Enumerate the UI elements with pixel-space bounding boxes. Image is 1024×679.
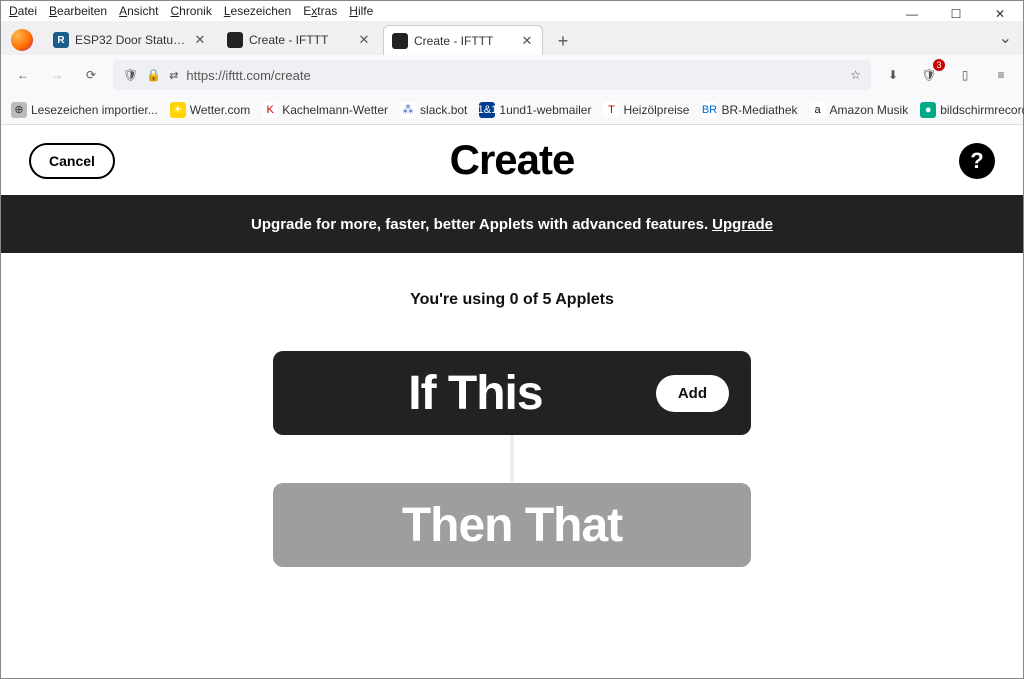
if-this-label: If This: [295, 366, 656, 421]
close-window-button[interactable]: ✕: [978, 0, 1022, 28]
page-content: Cancel Create ? Upgrade for more, faster…: [1, 125, 1023, 678]
browser-tab[interactable]: Create - IFTTT ✕: [383, 25, 543, 55]
extensions-icon[interactable]: ▯: [953, 63, 977, 87]
close-tab-button[interactable]: ✕: [357, 33, 371, 47]
bookmark-item[interactable]: a Amazon Musik: [810, 102, 909, 118]
menu-tools[interactable]: Extras: [303, 4, 337, 18]
tabs-overflow-icon[interactable]: ⌄: [999, 28, 1012, 48]
close-tab-button[interactable]: ✕: [193, 33, 207, 47]
browser-menubar: DDateiatei Bearbeiten Ansicht Chronik Le…: [1, 1, 1023, 21]
bookmark-favicon-icon: BR: [701, 102, 717, 118]
permissions-icon: ⇄: [169, 69, 178, 82]
bookmark-star-icon[interactable]: ☆: [850, 68, 861, 82]
bookmark-label: Wetter.com: [190, 103, 250, 117]
page-topbar: Cancel Create ?: [1, 125, 1023, 195]
bookmark-item[interactable]: ☀ Wetter.com: [170, 102, 250, 118]
bookmark-favicon-icon: K: [262, 102, 278, 118]
bookmarks-toolbar: ⊕ Lesezeichen importier... ☀ Wetter.com K Kac…: [1, 95, 1023, 125]
bookmark-item[interactable]: ⁂ slack.bot: [400, 102, 467, 118]
ublock-badge: 3: [933, 59, 945, 71]
bookmark-favicon-icon: ⊕: [11, 102, 27, 118]
bookmark-label: Amazon Musik: [830, 103, 909, 117]
browser-tab[interactable]: R ESP32 Door Status Monitor with ✕: [45, 25, 215, 55]
window-controls: — ☐ ✕: [890, 0, 1022, 28]
help-button[interactable]: ?: [959, 143, 995, 179]
tab-label: Create - IFTTT: [414, 34, 514, 48]
then-that-block[interactable]: Then That: [273, 483, 751, 567]
app-menu-icon[interactable]: ≡: [989, 63, 1013, 87]
bookmark-item[interactable]: 1&1 1und1-webmailer: [479, 102, 591, 118]
connector-line: [510, 435, 514, 483]
menu-help[interactable]: Hilfe: [349, 4, 373, 18]
browser-tab[interactable]: Create - IFTTT ✕: [219, 25, 379, 55]
bookmark-label: Kachelmann-Wetter: [282, 103, 388, 117]
maximize-button[interactable]: ☐: [934, 0, 978, 28]
url-text[interactable]: https://ifttt.com/create: [186, 68, 842, 83]
menu-bookmarks[interactable]: Lesezeichen: [224, 4, 291, 18]
nav-toolbar: ← → ⟳ 🛡 🔒 ⇄ https://ifttt.com/create ☆ ⬇…: [1, 55, 1023, 95]
then-that-label: Then That: [402, 498, 622, 553]
upgrade-banner: Upgrade for more, faster, better Applets…: [1, 195, 1023, 253]
bookmark-label: Lesezeichen importier...: [31, 103, 158, 117]
upgrade-banner-text: Upgrade for more, faster, better Applets…: [251, 216, 708, 233]
tab-label: ESP32 Door Status Monitor with: [75, 33, 187, 47]
bookmark-label: 1und1-webmailer: [499, 103, 591, 117]
bookmark-item[interactable]: ● bildschirmrecorder: [920, 102, 1024, 118]
cancel-button[interactable]: Cancel: [29, 143, 115, 179]
tab-favicon-icon: [227, 32, 243, 48]
upgrade-link[interactable]: Upgrade: [712, 216, 773, 233]
menu-file[interactable]: DDateiatei: [9, 4, 37, 18]
tab-bar: RESP32 Door Status Monitor with✕Create -…: [1, 21, 1023, 55]
reload-button[interactable]: ⟳: [79, 63, 103, 87]
applet-usage-text: You're using 0 of 5 Applets: [1, 291, 1023, 309]
lock-icon: 🔒: [146, 68, 161, 82]
tab-favicon-icon: R: [53, 32, 69, 48]
menu-edit[interactable]: Bearbeiten: [49, 4, 107, 18]
shield-icon: 🛡: [123, 68, 138, 82]
url-bar[interactable]: 🛡 🔒 ⇄ https://ifttt.com/create ☆: [113, 60, 871, 90]
bookmark-item[interactable]: T Heizölpreise: [603, 102, 689, 118]
pocket-icon[interactable]: ⬇: [881, 63, 905, 87]
bookmark-item[interactable]: ⊕ Lesezeichen importier...: [11, 102, 158, 118]
firefox-logo-icon[interactable]: [11, 29, 33, 51]
bookmark-favicon-icon: T: [603, 102, 619, 118]
bookmark-favicon-icon: ⁂: [400, 102, 416, 118]
bookmark-favicon-icon: ☀: [170, 102, 186, 118]
bookmark-item[interactable]: BR BR-Mediathek: [701, 102, 797, 118]
bookmark-item[interactable]: K Kachelmann-Wetter: [262, 102, 388, 118]
ublock-icon[interactable]: 🛡3: [917, 63, 941, 87]
minimize-button[interactable]: —: [890, 0, 934, 28]
bookmark-label: bildschirmrecorder: [940, 103, 1024, 117]
menu-history[interactable]: Chronik: [170, 4, 211, 18]
bookmark-label: Heizölpreise: [623, 103, 689, 117]
tab-label: Create - IFTTT: [249, 33, 351, 47]
page-title: Create: [450, 136, 575, 184]
bookmark-favicon-icon: ●: [920, 102, 936, 118]
if-this-block[interactable]: If This Add: [273, 351, 751, 435]
bookmark-label: slack.bot: [420, 103, 467, 117]
bookmark-favicon-icon: a: [810, 102, 826, 118]
tab-favicon-icon: [392, 33, 408, 49]
add-trigger-button[interactable]: Add: [656, 375, 729, 412]
forward-button[interactable]: →: [45, 63, 69, 87]
bookmark-label: BR-Mediathek: [721, 103, 797, 117]
new-tab-button[interactable]: +: [549, 27, 577, 55]
back-button[interactable]: ←: [11, 63, 35, 87]
menu-view[interactable]: Ansicht: [119, 4, 158, 18]
close-tab-button[interactable]: ✕: [520, 34, 534, 48]
bookmark-favicon-icon: 1&1: [479, 102, 495, 118]
